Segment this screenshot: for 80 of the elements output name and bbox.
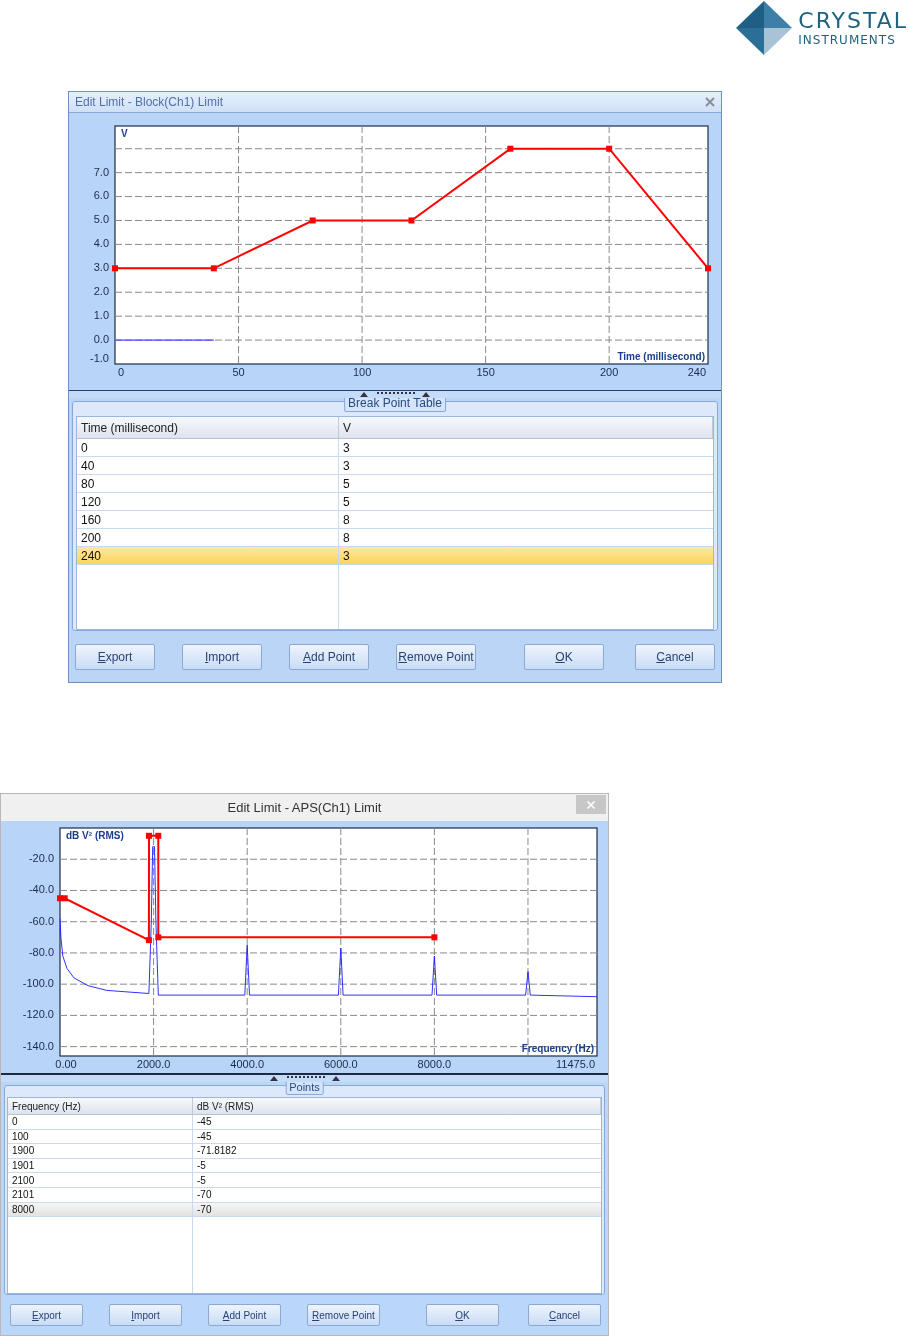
table-row[interactable]: 40 3 [77,457,713,475]
action-button[interactable]: Import [109,1304,182,1326]
table-row[interactable]: 0 -45 [8,1115,601,1130]
table-cell: -45 [193,1115,601,1130]
axis-tick-label: 6000.0 [323,1058,358,1070]
axis-tick-label: -120.0 [22,1008,54,1021]
brand-subtitle: INSTRUMENTS [798,33,897,46]
table-row[interactable]: 8000 -70 [8,1202,601,1218]
dialog-button[interactable]: OK [524,643,604,670]
brand-name: CRYSTAL [798,9,908,32]
table-cell: 0 [77,439,339,457]
action-button[interactable]: Remove Point [396,643,476,670]
table-cell: 160 [77,511,339,529]
axis-tick-label: 240 [687,366,706,378]
table-cell: 120 [77,493,339,511]
dialog-button[interactable]: Cancel [635,643,715,670]
axis-tick-label: 0 [117,366,125,378]
table-row[interactable]: 120 5 [77,493,713,511]
axis-tick-label: 2.0 [93,285,109,298]
window-title: Edit Limit - Block(Ch1) Limit [75,95,224,109]
axis-tick-label: 4000.0 [230,1058,264,1070]
table-row[interactable]: 0 3 [77,439,713,457]
axis-tick-label: 11475.0 [556,1058,595,1070]
column-header[interactable]: V [339,417,713,439]
x-axis-title: Time (millisecond) [617,351,705,362]
axis-tick-label: 0.00 [55,1058,77,1070]
axis-tick-label: 2000.0 [136,1058,171,1070]
axis-tick-label: -140.0 [22,1039,54,1052]
action-button[interactable]: Export [75,643,155,670]
axis-tick-label: -80.0 [28,945,54,958]
axis-tick-label: 150 [476,366,495,378]
table-cell: 40 [77,457,339,475]
table-row[interactable]: 200 8 [77,529,713,547]
table-row[interactable]: 2100 -5 [8,1173,601,1188]
action-button[interactable]: Add Point [289,643,369,670]
action-button[interactable]: Add Point [208,1304,281,1326]
table-cell: 240 [77,547,339,565]
column-header[interactable]: Time (millisecond) [77,417,339,439]
axis-tick-label: 100 [352,366,372,378]
table-row[interactable]: 100 -45 [8,1129,601,1145]
axis-tick-label: 6.0 [93,189,109,202]
table-row[interactable]: 160 8 [77,511,713,529]
y-axis-title: dB V² (RMS) [66,830,124,841]
axis-tick-label: 50 [232,366,245,378]
table-cell: 2100 [8,1173,193,1188]
axis-tick-label: 4.0 [93,237,109,250]
table-row[interactable]: 80 5 [77,475,713,493]
table-row[interactable]: 1901 -5 [8,1158,601,1174]
axis-tick-label: -20.0 [28,852,54,865]
axis-tick-label: 5.0 [93,213,109,226]
action-button[interactable]: Import [182,643,262,670]
window-title: Edit Limit - APS(Ch1) Limit [227,800,382,815]
table-row[interactable]: 2101 -70 [8,1187,601,1203]
column-header[interactable]: Frequency (Hz) [8,1098,193,1115]
table-cell: -71.8182 [193,1144,601,1159]
axis-tick-label: 3.0 [93,261,109,274]
table-cell: -5 [193,1173,601,1188]
table-cell: 0 [8,1115,193,1130]
table-row[interactable]: 240 3 [77,547,713,565]
axis-tick-label: 7.0 [93,165,109,178]
axis-tick-label: 1.0 [93,309,109,322]
axis-tick-label: -1.0 [90,351,109,364]
action-button[interactable]: Remove Point [307,1304,380,1326]
axis-tick-label: 200 [600,366,619,378]
table-cell: 1900 [8,1144,193,1159]
axis-tick-label: 8000.0 [417,1058,452,1070]
column-header[interactable]: dB V² (RMS) [193,1098,601,1115]
axis-tick-label: -60.0 [28,914,54,927]
table-row[interactable]: 1900 -71.8182 [8,1144,601,1159]
x-axis-title: Frequency (Hz) [521,1043,594,1054]
table-cell: 80 [77,475,339,493]
table-cell: 3 [339,547,713,565]
axis-tick-label: -100.0 [22,977,54,990]
y-axis-title: V [121,128,128,139]
axis-tick-label: 0.0 [93,333,109,345]
axis-tick-label: -40.0 [28,883,54,896]
dialog-button[interactable]: Cancel [528,1304,601,1326]
action-button[interactable]: Export [10,1304,83,1326]
dialog-button[interactable]: OK [426,1304,499,1326]
table-cell: 200 [77,529,339,547]
